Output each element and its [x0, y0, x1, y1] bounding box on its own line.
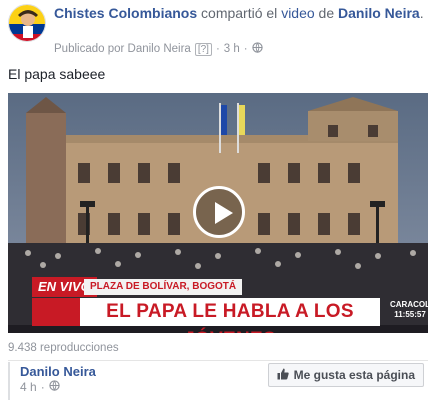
page-card: Danilo Neira 4 h · Me gusta esta página: [8, 362, 428, 400]
channel-name: CARACOL: [390, 300, 428, 309]
banner-red-block: [32, 298, 80, 326]
channel-bug: CARACOL 11:55:57: [390, 300, 428, 320]
page-card-time[interactable]: 4 h: [20, 380, 37, 394]
play-button[interactable]: [193, 186, 245, 238]
de-text: de: [318, 5, 335, 21]
post-caption: El papa sabeee: [8, 66, 106, 82]
post-meta: Publicado por Danilo Neira [?] · 3 h ·: [54, 42, 263, 56]
shared-text: compartió el: [201, 5, 278, 21]
help-badge[interactable]: [?]: [194, 42, 212, 56]
video-clock: 11:55:57: [394, 310, 426, 319]
globe-icon: [49, 380, 60, 394]
author-name-link[interactable]: Danilo Neira: [338, 5, 420, 21]
meta-separator-2: ·: [243, 43, 248, 55]
meta-separator: ·: [215, 43, 220, 55]
view-count: 9.438 reproducciones: [8, 342, 119, 354]
page-name-link[interactable]: Chistes Colombianos: [54, 5, 197, 21]
page-card-separator: ·: [40, 380, 45, 394]
like-page-button[interactable]: Me gusta esta página: [267, 363, 424, 387]
like-page-label: Me gusta esta página: [293, 368, 415, 382]
post-headline: Chistes Colombianos compartió el video d…: [54, 4, 424, 22]
video-link[interactable]: video: [281, 5, 314, 21]
page-card-meta: 4 h ·: [20, 380, 60, 394]
thumbs-up-icon: [277, 368, 289, 383]
page-card-name-link[interactable]: Danilo Neira: [20, 364, 96, 379]
location-label: PLAZA DE BOLÍVAR, BOGOTÁ: [84, 279, 243, 295]
video-player[interactable]: EN VIVO PLAZA DE BOLÍVAR, BOGOTÁ EL PAPA…: [8, 93, 428, 333]
published-by-text: Publicado por Danilo Neira: [54, 43, 191, 55]
globe-icon: [251, 42, 263, 56]
divider: [8, 360, 428, 361]
headline-period: .: [419, 5, 424, 21]
post-time-link[interactable]: 3 h: [224, 43, 240, 55]
news-headline-banner: EL PAPA LE HABLA A LOS JÓVENES: [80, 298, 380, 333]
post-header: Chistes Colombianos compartió el video d…: [8, 0, 428, 56]
page-avatar[interactable]: [8, 4, 46, 42]
